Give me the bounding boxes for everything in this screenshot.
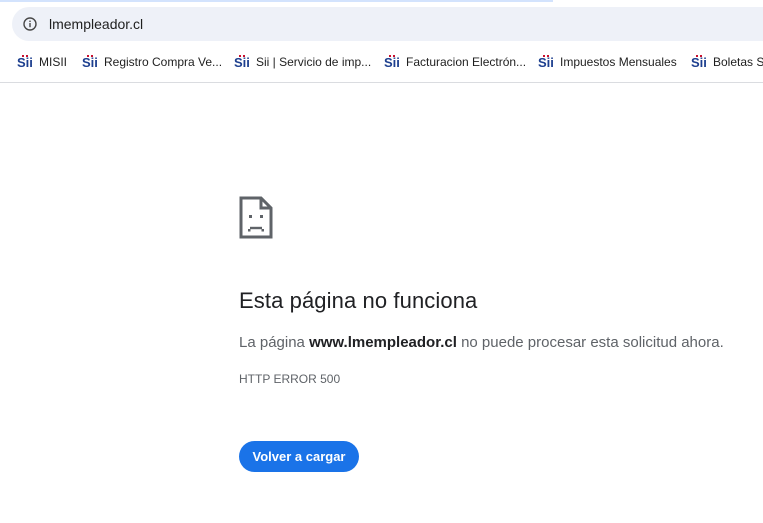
bookmarks-bar: Sii MISII Sii Registro Compra Ve... Sii … xyxy=(0,49,763,75)
svg-text:Sii: Sii xyxy=(691,55,707,70)
bookmark-label: Registro Compra Ve... xyxy=(104,55,223,69)
bookmark-impuestos-mensuales[interactable]: Sii Impuestos Mensuales xyxy=(538,49,677,75)
error-message-suffix: no puede procesar esta solicitud ahora. xyxy=(456,334,724,351)
bookmark-label: MISII xyxy=(39,55,68,69)
error-title: Esta página no funciona xyxy=(239,288,478,313)
sii-logo-icon: Sii xyxy=(82,55,98,70)
tab-strip-edge xyxy=(0,0,553,2)
bookmark-boletas-sii[interactable]: Sii Boletas SII xyxy=(691,49,763,75)
svg-text:Sii: Sii xyxy=(538,55,554,70)
browser-toolbar: lmempleador.cl Sii MISII Sii Registro Co… xyxy=(0,0,763,83)
error-page: Esta página no funciona La página www.lm… xyxy=(0,83,763,523)
bookmark-label: Sii | Servicio de imp... xyxy=(256,55,372,69)
info-icon[interactable] xyxy=(23,17,37,31)
svg-text:Sii: Sii xyxy=(17,55,33,70)
bookmark-misii[interactable]: Sii MISII xyxy=(17,49,67,75)
sii-logo-icon: Sii xyxy=(691,55,707,70)
svg-text:Sii: Sii xyxy=(82,55,98,70)
sii-logo-icon: Sii xyxy=(234,55,250,70)
sii-logo-icon: Sii xyxy=(17,55,33,70)
error-code: HTTP ERROR 500 xyxy=(239,372,341,386)
bookmark-label: Facturacion Electrón... xyxy=(406,55,527,69)
svg-text:Sii: Sii xyxy=(384,55,400,70)
sii-logo-icon: Sii xyxy=(538,55,554,70)
bookmark-registro-compra[interactable]: Sii Registro Compra Ve... xyxy=(82,49,222,75)
reload-button[interactable]: Volver a cargar xyxy=(239,441,359,472)
bookmark-sii-servicio[interactable]: Sii Sii | Servicio de imp... xyxy=(234,49,371,75)
address-bar-url[interactable]: lmempleador.cl xyxy=(49,16,143,32)
error-domain: www.lmempleador.cl xyxy=(309,334,457,351)
bookmark-label: Impuestos Mensuales xyxy=(560,55,677,69)
error-message-prefix: La página xyxy=(239,334,310,351)
error-message: La página www.lmempleador.cl no puede pr… xyxy=(239,334,724,351)
sii-logo-icon: Sii xyxy=(384,55,400,70)
bookmark-facturacion[interactable]: Sii Facturacion Electrón... xyxy=(384,49,526,75)
svg-text:Sii: Sii xyxy=(234,55,250,70)
sad-document-icon xyxy=(239,196,273,239)
address-bar[interactable]: lmempleador.cl xyxy=(12,7,763,41)
bookmark-label: Boletas SII xyxy=(713,55,763,69)
